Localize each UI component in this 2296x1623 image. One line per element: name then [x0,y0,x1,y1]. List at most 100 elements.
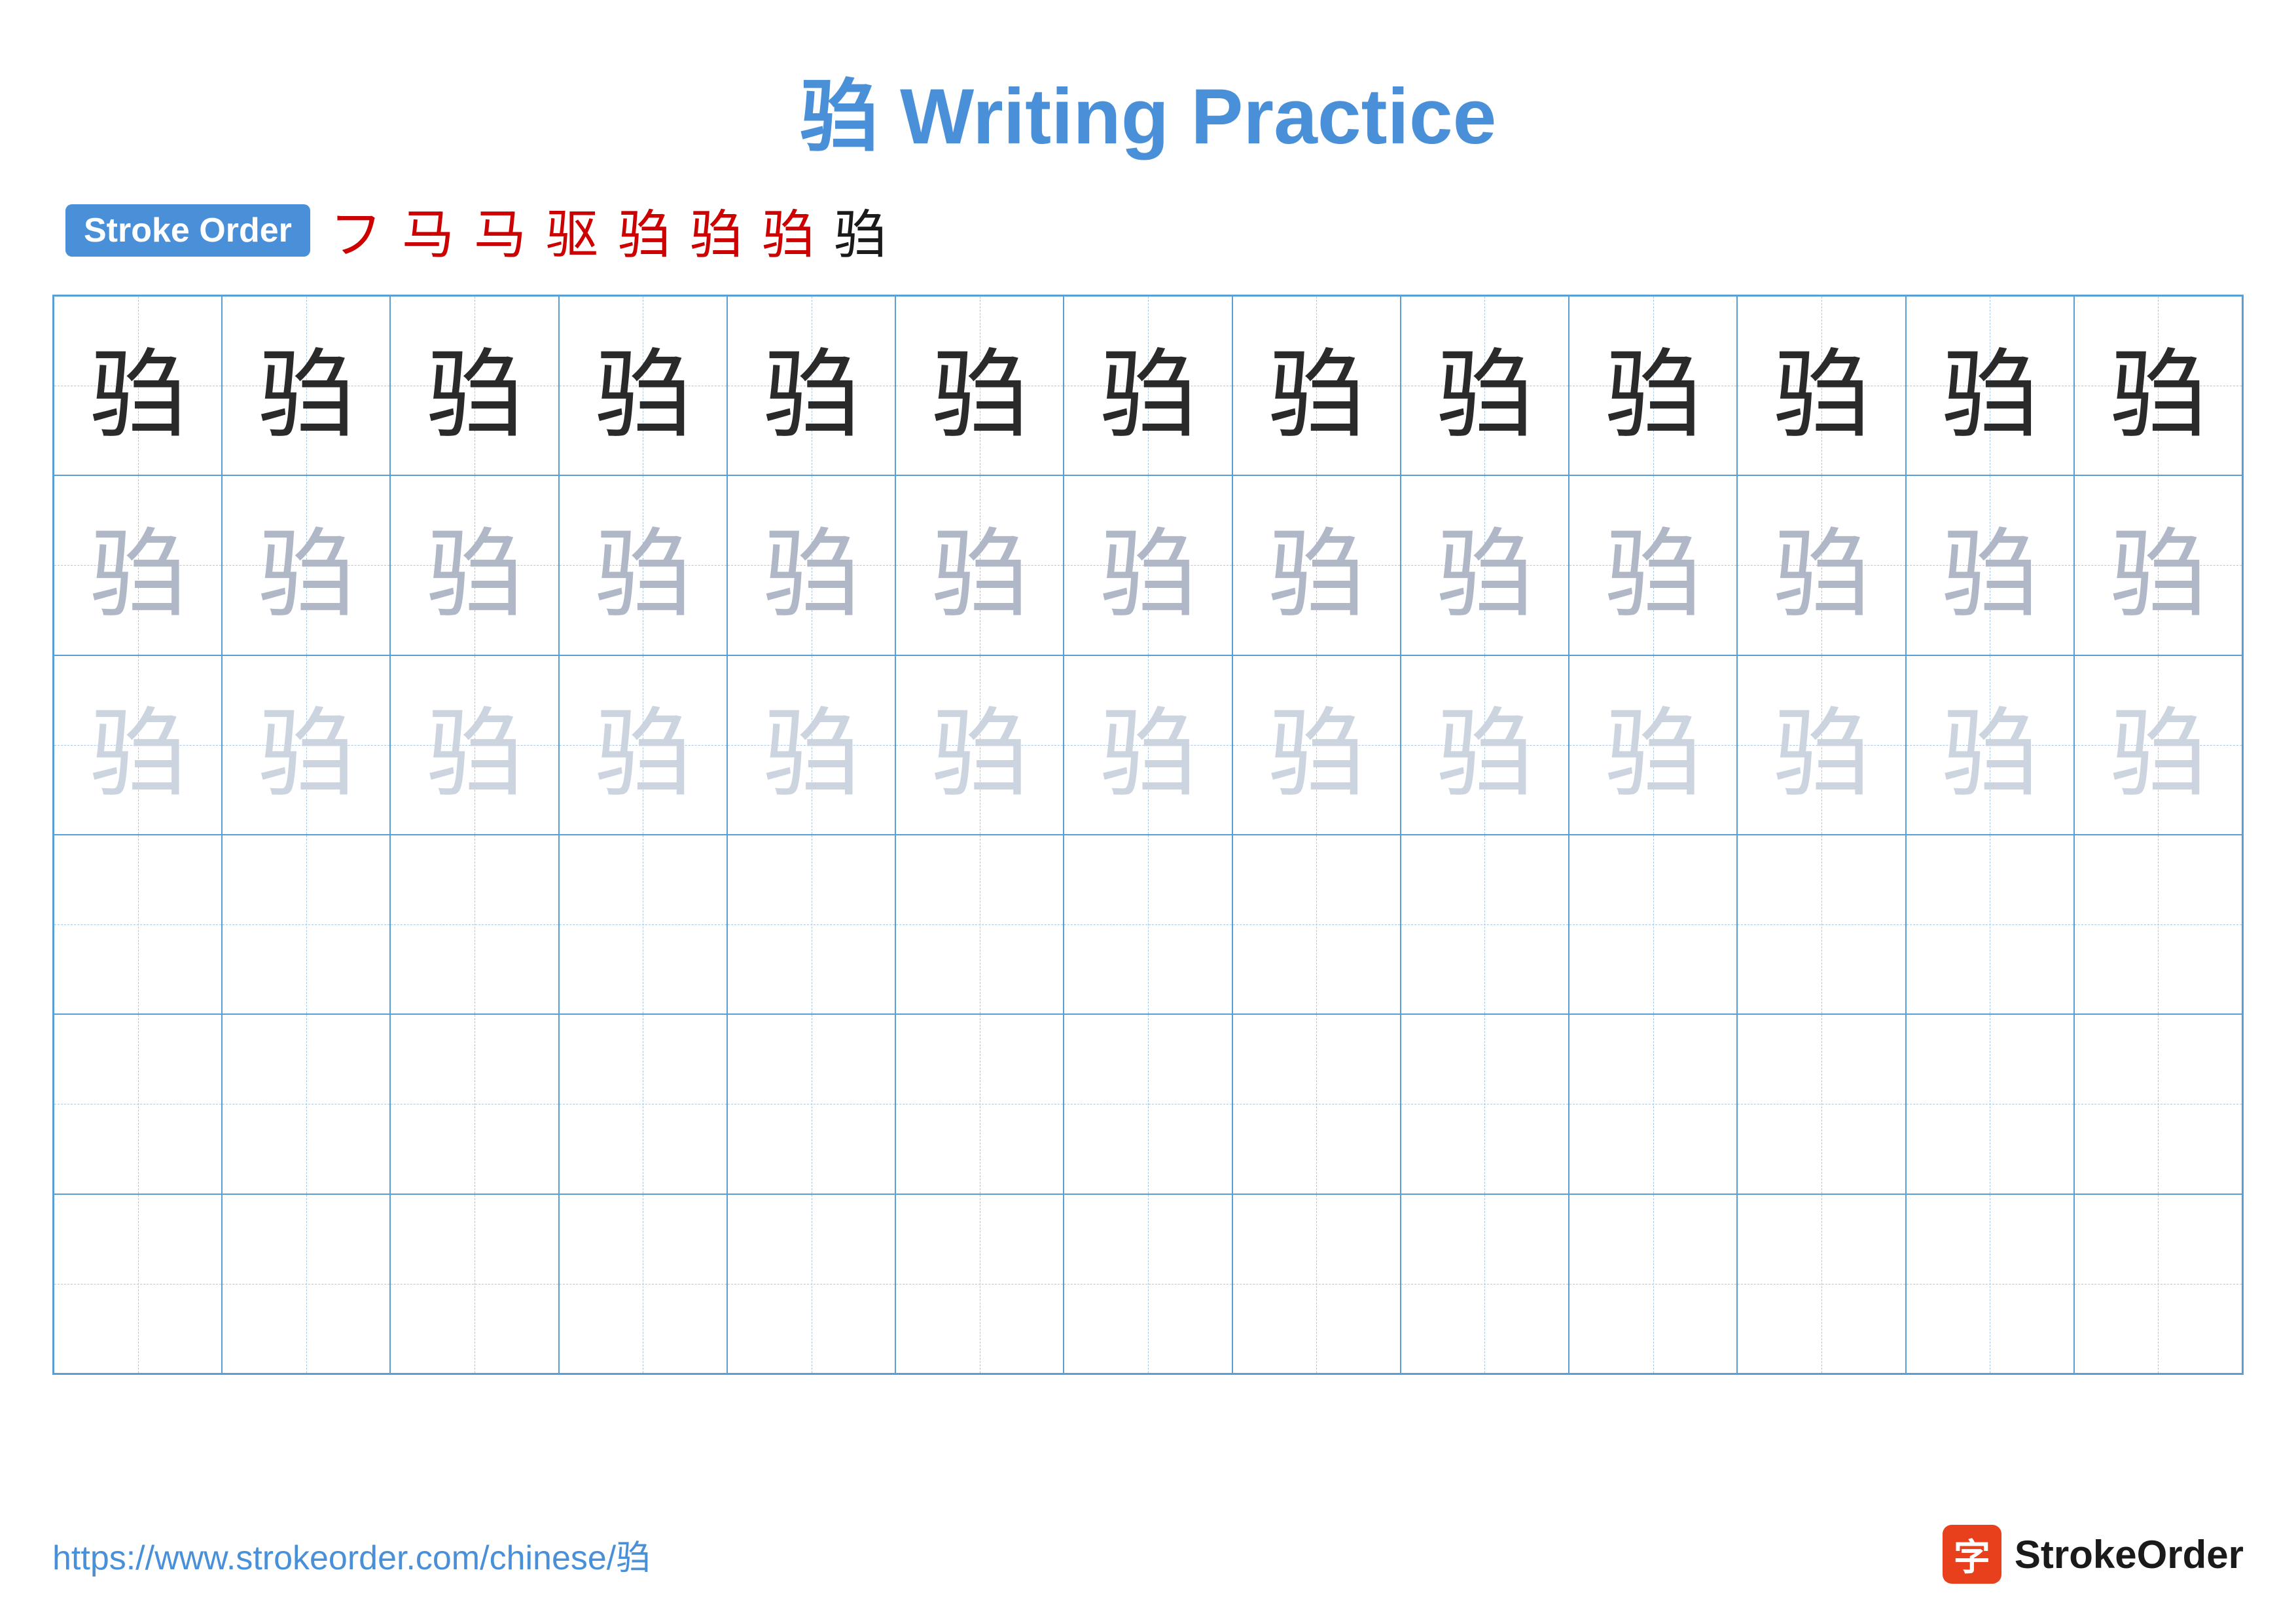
grid-cell[interactable] [1737,1014,1905,1194]
grid-cell[interactable] [1737,835,1905,1014]
stroke-order-row: Stroke Order フ马马驱驺驺驺驺 [52,192,2244,268]
grid-cell[interactable] [1064,835,1232,1014]
grid-cell[interactable] [54,835,222,1014]
grid-cell[interactable] [54,1194,222,1374]
grid-cell[interactable] [1906,1194,2074,1374]
grid-cell[interactable] [727,1194,895,1374]
cell-character: 驺 [1773,674,1870,815]
grid-cell[interactable]: 驺 [1737,475,1905,655]
grid-cell[interactable] [222,1014,390,1194]
grid-cell[interactable]: 驺 [1737,296,1905,475]
grid-cell[interactable]: 驺 [222,655,390,835]
grid-cell[interactable] [559,835,727,1014]
grid-cell[interactable]: 驺 [1906,655,2074,835]
grid-cell[interactable] [895,835,1064,1014]
grid-cell[interactable]: 驺 [54,475,222,655]
grid-cell[interactable]: 驺 [390,475,558,655]
grid-cell[interactable] [1401,835,1569,1014]
grid-cell[interactable] [1737,1194,1905,1374]
grid-cell[interactable]: 驺 [559,655,727,835]
grid-cell[interactable]: 驺 [54,655,222,835]
cell-character: 驺 [1941,674,2038,815]
grid-cell[interactable] [54,1014,222,1194]
cell-character: 驺 [1100,495,1196,636]
grid-cell[interactable]: 驺 [895,296,1064,475]
grid-cell[interactable]: 驺 [390,296,558,475]
grid-cell[interactable]: 驺 [2074,475,2242,655]
grid-cell[interactable]: 驺 [895,655,1064,835]
stroke-sequence: フ马马驱驺驺驺驺 [330,192,886,268]
grid-cell[interactable] [1569,835,1737,1014]
grid-cell[interactable]: 驺 [1064,655,1232,835]
grid-cell[interactable]: 驺 [895,475,1064,655]
grid-cell[interactable]: 驺 [1401,296,1569,475]
cell-character: 驺 [426,495,523,636]
cell-character: 驺 [763,674,860,815]
grid-cell[interactable] [559,1194,727,1374]
grid-cell[interactable]: 驺 [390,655,558,835]
cell-character: 驺 [594,495,691,636]
grid-cell[interactable] [1232,835,1401,1014]
grid-cell[interactable]: 驺 [1401,655,1569,835]
grid-cell[interactable]: 驺 [1906,475,2074,655]
grid-cell[interactable]: 驺 [1232,296,1401,475]
grid-cell[interactable] [2074,1194,2242,1374]
grid-cell[interactable] [1906,1014,2074,1194]
grid-cell[interactable]: 驺 [2074,296,2242,475]
stroke-order-badge: Stroke Order [65,204,310,257]
grid-cell[interactable]: 驺 [1569,296,1737,475]
grid-cell[interactable] [222,1194,390,1374]
grid-cell[interactable]: 驺 [2074,655,2242,835]
cell-character: 驺 [1773,316,1870,456]
grid-cell[interactable] [1064,1194,1232,1374]
page-title: 驺 Writing Practice [52,52,2244,166]
cell-character: 驺 [1605,316,1702,456]
grid-cell[interactable] [727,835,895,1014]
cell-character: 驺 [258,674,355,815]
grid-cell[interactable] [390,835,558,1014]
grid-cell[interactable]: 驺 [1232,475,1401,655]
cell-character: 驺 [1436,674,1533,815]
grid-cell[interactable] [2074,835,2242,1014]
grid-cell[interactable]: 驺 [1569,655,1737,835]
cell-character: 驺 [90,495,187,636]
grid-cell[interactable] [1232,1014,1401,1194]
grid-cell[interactable] [390,1014,558,1194]
grid-cell[interactable] [727,1014,895,1194]
grid-cell[interactable]: 驺 [1232,655,1401,835]
cell-character: 驺 [1773,495,1870,636]
grid-cell[interactable] [1064,1014,1232,1194]
grid-cell[interactable] [895,1014,1064,1194]
grid-cell[interactable]: 驺 [1064,296,1232,475]
grid-cell[interactable]: 驺 [1569,475,1737,655]
cell-character: 驺 [763,316,860,456]
grid-cell[interactable] [1569,1014,1737,1194]
grid-cell[interactable]: 驺 [1064,475,1232,655]
grid-cell[interactable]: 驺 [727,296,895,475]
grid-cell[interactable]: 驺 [222,475,390,655]
grid-cell[interactable] [1401,1014,1569,1194]
brand-icon: 字 [1943,1525,2001,1584]
grid-cell[interactable]: 驺 [1737,655,1905,835]
grid-cell[interactable]: 驺 [559,296,727,475]
cell-character: 驺 [1436,316,1533,456]
grid-cell[interactable]: 驺 [1906,296,2074,475]
grid-cell[interactable]: 驺 [1401,475,1569,655]
grid-cell[interactable]: 驺 [222,296,390,475]
grid-cell[interactable] [1401,1194,1569,1374]
grid-cell[interactable] [559,1014,727,1194]
grid-cell[interactable]: 驺 [727,655,895,835]
grid-cell[interactable] [390,1194,558,1374]
grid-cell[interactable]: 驺 [559,475,727,655]
grid-cell[interactable]: 驺 [54,296,222,475]
grid-cell[interactable]: 驺 [727,475,895,655]
practice-grid: 驺驺驺驺驺驺驺驺驺驺驺驺驺驺驺驺驺驺驺驺驺驺驺驺驺驺驺驺驺驺驺驺驺驺驺驺驺驺驺 [52,295,2244,1375]
grid-cell[interactable] [2074,1014,2242,1194]
grid-cell[interactable] [222,835,390,1014]
grid-cell[interactable] [1569,1194,1737,1374]
footer: https://www.strokeorder.com/chinese/驺 字 … [52,1525,2244,1584]
cell-character: 驺 [1436,495,1533,636]
grid-cell[interactable] [1232,1194,1401,1374]
grid-cell[interactable] [1906,835,2074,1014]
grid-cell[interactable] [895,1194,1064,1374]
